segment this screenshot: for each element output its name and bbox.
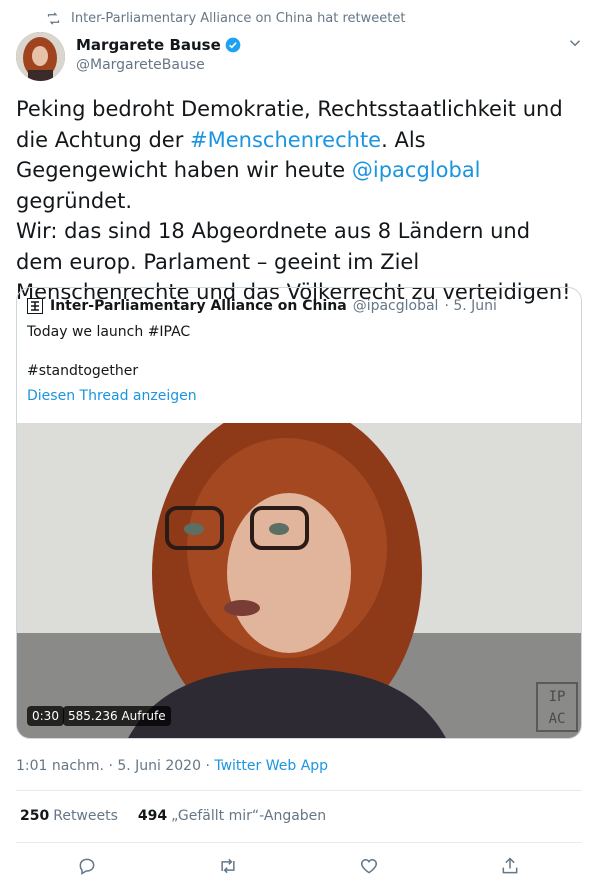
retweets-stat[interactable]: 250 Retweets xyxy=(20,808,118,824)
likes-stat[interactable]: 494 „Gefällt mir“-Angaben xyxy=(138,808,326,824)
reply-icon[interactable] xyxy=(77,856,97,876)
author-name-text: Margarete Bause xyxy=(76,36,221,54)
tweet-timestamp[interactable]: 1:01 nachm. · 5. Juni 2020 · xyxy=(16,758,214,774)
retweets-label: Retweets xyxy=(53,808,118,824)
video-frame: IP AC xyxy=(17,423,581,738)
author-name[interactable]: Margarete Bause xyxy=(76,36,241,54)
avatar[interactable] xyxy=(16,32,65,81)
svg-text:AC: AC xyxy=(549,711,566,727)
retweet-banner[interactable]: Inter-Parliamentary Alliance on China ha… xyxy=(46,8,405,28)
quoted-author-name: Inter-Parliamentary Alliance on China xyxy=(50,298,347,314)
verified-badge-icon xyxy=(225,37,241,53)
quoted-author-handle: @ipacglobal xyxy=(352,298,439,314)
tweet-text-part: gegründet. xyxy=(16,188,132,213)
tweet-text: Peking bedroht Demokratie, Rechtsstaatli… xyxy=(16,94,576,308)
mention-link[interactable]: @ipacglobal xyxy=(352,158,481,182)
retweet-banner-text: Inter-Parliamentary Alliance on China ha… xyxy=(71,10,406,26)
hashtag-link[interactable]: #Menschenrechte xyxy=(190,128,381,152)
retweet-icon[interactable] xyxy=(218,856,238,876)
video-player[interactable]: IP AC 0:30 585.236 Aufrufe xyxy=(17,423,581,738)
divider xyxy=(16,790,582,791)
svg-text:IP: IP xyxy=(549,689,566,705)
like-icon[interactable] xyxy=(359,856,379,876)
tweet-stats: 250 Retweets 494 „Gefällt mir“-Angaben xyxy=(20,808,326,824)
quoted-tweet[interactable]: Inter-Parliamentary Alliance on China @i… xyxy=(16,287,582,739)
share-icon[interactable] xyxy=(500,856,520,876)
quoted-date: · 5. Juni xyxy=(444,298,497,314)
tweet-meta: 1:01 nachm. · 5. Juni 2020 · Twitter Web… xyxy=(16,758,328,774)
likes-label: „Gefällt mir“-Angaben xyxy=(171,808,327,824)
action-bar xyxy=(0,856,598,878)
quoted-header: Inter-Parliamentary Alliance on China @i… xyxy=(27,298,497,314)
author-handle[interactable]: @MargareteBause xyxy=(76,57,205,73)
quoted-text-line: Today we launch #IPAC xyxy=(27,324,191,340)
ipac-logo-icon xyxy=(27,298,43,314)
show-thread-link[interactable]: Diesen Thread anzeigen xyxy=(27,388,197,404)
video-duration: 0:30 xyxy=(27,706,64,726)
tweet-source-link[interactable]: Twitter Web App xyxy=(214,758,328,774)
likes-count: 494 xyxy=(137,808,168,824)
retweets-count: 250 xyxy=(20,808,50,824)
chevron-down-icon[interactable] xyxy=(566,34,584,52)
quoted-text-hashtag: #standtogether xyxy=(27,363,139,379)
divider xyxy=(16,842,582,843)
retweet-icon xyxy=(47,11,60,25)
video-views: 585.236 Aufrufe xyxy=(63,706,171,726)
